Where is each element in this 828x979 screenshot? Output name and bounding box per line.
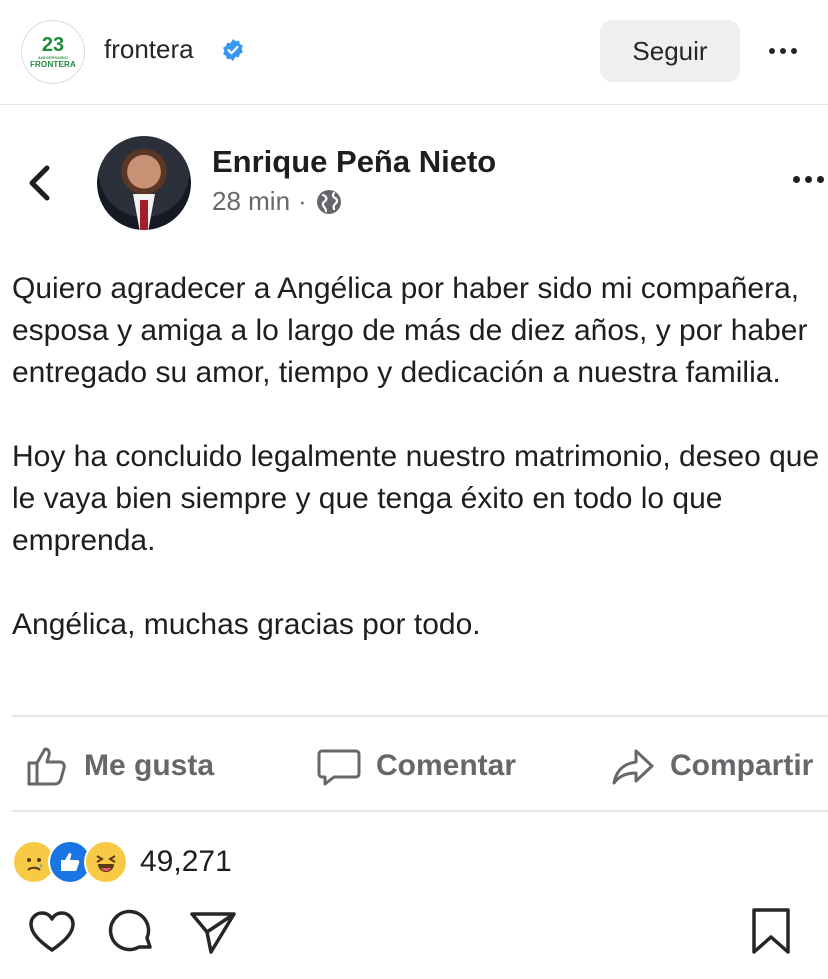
post-body: Quiero agradecer a Angélica por haber si… — [12, 268, 828, 688]
comment-label: Comentar — [376, 749, 517, 782]
post-action-bar: Me gusta Comentar Compartir — [0, 730, 828, 802]
share-send-icon[interactable] — [188, 904, 238, 960]
divider — [12, 810, 828, 812]
author-name[interactable]: Enrique Peña Nieto — [212, 144, 496, 180]
comment-bubble-icon — [317, 749, 361, 786]
reaction-count: 49,271 — [140, 845, 232, 878]
heart-icon[interactable] — [27, 904, 77, 960]
logo-number: 23 — [41, 34, 65, 56]
post-time[interactable]: 28 min — [212, 186, 290, 217]
divider — [12, 715, 828, 717]
comment-button[interactable]: Comentar — [316, 730, 516, 802]
post-paragraph: Hoy ha concluido legalmente nuestro matr… — [12, 440, 820, 557]
like-label: Me gusta — [84, 749, 215, 782]
like-button[interactable]: Me gusta — [24, 730, 214, 802]
post-meta: 28 min · — [212, 186, 343, 217]
account-avatar[interactable]: 23 ANIVERSARIO FRONTERA — [21, 20, 85, 84]
instagram-action-bar — [0, 904, 828, 964]
share-label: Compartir — [670, 749, 814, 782]
comment-icon[interactable] — [108, 904, 158, 960]
share-arrow-icon — [612, 749, 654, 785]
bookmark-icon[interactable] — [746, 904, 796, 960]
post-paragraph: Quiero agradecer a Angélica por haber si… — [12, 272, 808, 389]
more-horizontal-icon[interactable] — [763, 36, 803, 66]
meta-separator: · — [298, 186, 307, 216]
share-button[interactable]: Compartir — [610, 730, 813, 802]
follow-button[interactable]: Seguir — [600, 20, 740, 82]
instagram-post-header: 23 ANIVERSARIO FRONTERA frontera Seguir — [0, 0, 828, 105]
haha-reaction-icon — [84, 840, 128, 884]
author-avatar[interactable] — [97, 136, 191, 230]
globe-icon — [316, 189, 341, 214]
post-paragraph: Angélica, muchas gracias por todo. — [12, 608, 481, 641]
verified-badge-icon — [223, 39, 243, 61]
post-options-icon[interactable] — [793, 176, 824, 183]
reaction-summary[interactable]: 49,271 — [12, 840, 232, 884]
thumbs-up-icon — [27, 747, 66, 786]
account-username[interactable]: frontera — [104, 34, 194, 65]
logo-brand: FRONTERA — [29, 60, 77, 69]
chevron-left-icon[interactable] — [20, 160, 60, 206]
